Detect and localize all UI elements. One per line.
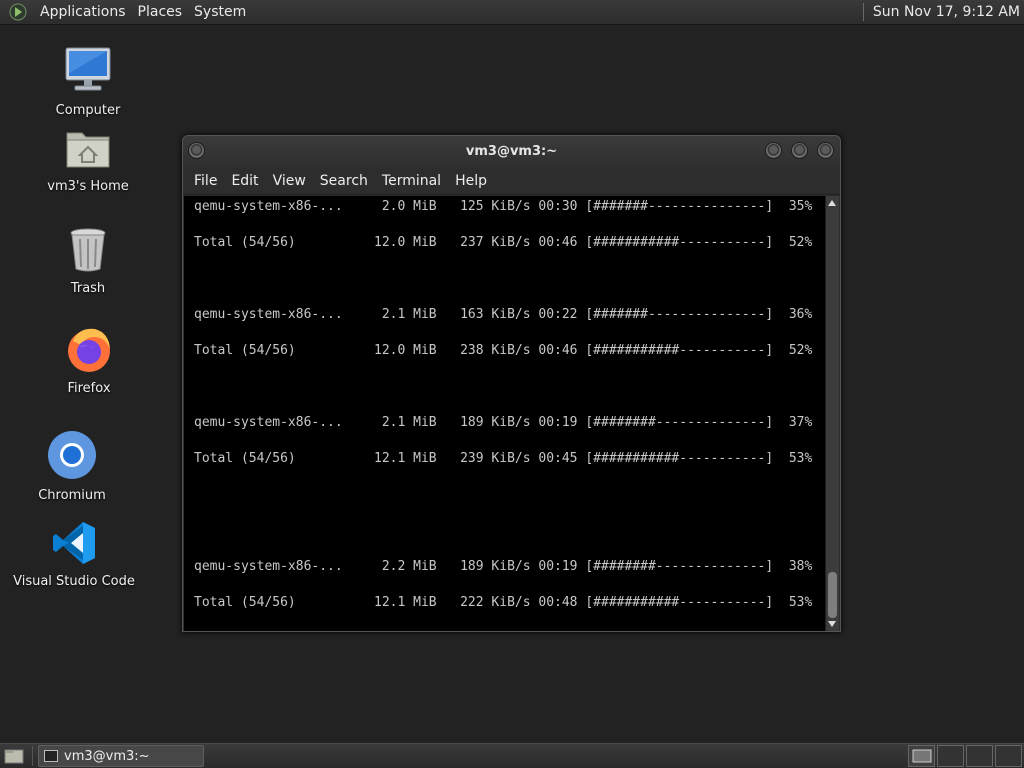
terminal-scrollbar[interactable] [825, 196, 839, 631]
places-menu[interactable]: Places [132, 0, 189, 25]
chromium-icon [2, 430, 142, 484]
taskbar-separator [32, 746, 33, 766]
menu-file[interactable]: File [187, 173, 224, 189]
trash-icon [18, 227, 158, 277]
menu-terminal[interactable]: Terminal [375, 173, 448, 189]
system-menu[interactable]: System [188, 0, 252, 25]
desktop-icon-label: vm3's Home [47, 179, 129, 194]
window-title: vm3@vm3:~ [465, 144, 558, 159]
terminal-line: qemu-system-x86-... 2.2 MiB 189 KiB/s 00… [194, 559, 813, 574]
desktop-icon-label: Firefox [67, 381, 111, 396]
computer-icon [18, 45, 158, 99]
show-desktop-button[interactable] [2, 745, 26, 767]
taskbar-window-button[interactable]: vm3@vm3:~ [38, 745, 204, 767]
terminal-line: Total (54/56) 12.1 MiB 239 KiB/s 00:45 [… [194, 451, 813, 466]
scroll-down-arrow-icon[interactable] [828, 621, 836, 627]
desktop-icon-firefox[interactable]: Firefox [19, 325, 159, 396]
desktop-icon-label: Trash [70, 281, 106, 296]
minimize-button[interactable] [765, 142, 782, 159]
close-button[interactable] [817, 142, 834, 159]
terminal-menubar: File Edit View Search Terminal Help [183, 167, 840, 195]
menu-edit[interactable]: Edit [224, 173, 265, 189]
terminal-line: qemu-system-x86-... 2.0 MiB 125 KiB/s 00… [194, 199, 813, 214]
terminal-line: qemu-system-x86-... 2.1 MiB 163 KiB/s 00… [194, 307, 813, 322]
terminal-icon [44, 750, 58, 762]
scroll-up-arrow-icon[interactable] [828, 200, 836, 206]
workspace-2[interactable] [937, 745, 964, 767]
window-menu-button[interactable] [188, 142, 205, 159]
workspace-switcher [908, 744, 1024, 768]
workspace-4[interactable] [995, 745, 1022, 767]
desktop-icon-computer[interactable]: Computer [18, 45, 158, 118]
firefox-icon [19, 325, 159, 377]
vscode-icon [4, 520, 144, 570]
desktop-icon-label: Computer [55, 103, 121, 118]
scrollbar-thumb[interactable] [828, 572, 837, 618]
bottom-panel: vm3@vm3:~ [0, 743, 1024, 768]
home-folder-icon [18, 127, 158, 175]
desktop-icon-label: Visual Studio Code [13, 574, 135, 589]
menu-view[interactable]: View [266, 173, 313, 189]
desktop-icon-label: Chromium [38, 488, 106, 503]
window-titlebar[interactable]: vm3@vm3:~ [183, 136, 840, 167]
terminal-line: qemu-system-x86-... 2.1 MiB 189 KiB/s 00… [194, 415, 813, 430]
terminal-line: Total (54/56) 12.0 MiB 237 KiB/s 00:46 [… [194, 235, 813, 250]
terminal-line: Total (54/56) 12.1 MiB 222 KiB/s 00:48 [… [194, 595, 813, 610]
terminal-line: Total (54/56) 12.0 MiB 238 KiB/s 00:46 [… [194, 343, 813, 358]
terminal-output[interactable]: qemu-system-x86-... 2.0 MiB 125 KiB/s 00… [184, 196, 826, 631]
distro-logo-icon[interactable] [8, 2, 28, 22]
desktop-icon-trash[interactable]: Trash [18, 227, 158, 296]
top-panel: Applications Places System Sun Nov 17, 9… [0, 0, 1024, 25]
taskbar-window-label: vm3@vm3:~ [64, 748, 150, 764]
panel-separator [862, 3, 864, 21]
desktop-icon-home[interactable]: vm3's Home [18, 127, 158, 194]
menu-help[interactable]: Help [448, 173, 494, 189]
applications-menu[interactable]: Applications [34, 0, 132, 25]
workspace-1[interactable] [908, 745, 935, 767]
menu-search[interactable]: Search [313, 173, 375, 189]
desktop-icon-vscode[interactable]: Visual Studio Code [4, 520, 144, 589]
maximize-button[interactable] [791, 142, 808, 159]
panel-right-area: Sun Nov 17, 9:12 AM [862, 0, 1024, 25]
desktop-icon-chromium[interactable]: Chromium [2, 430, 142, 503]
terminal-window: vm3@vm3:~ File Edit View Search Terminal… [182, 135, 841, 632]
clock[interactable]: Sun Nov 17, 9:12 AM [873, 4, 1024, 20]
workspace-3[interactable] [966, 745, 993, 767]
